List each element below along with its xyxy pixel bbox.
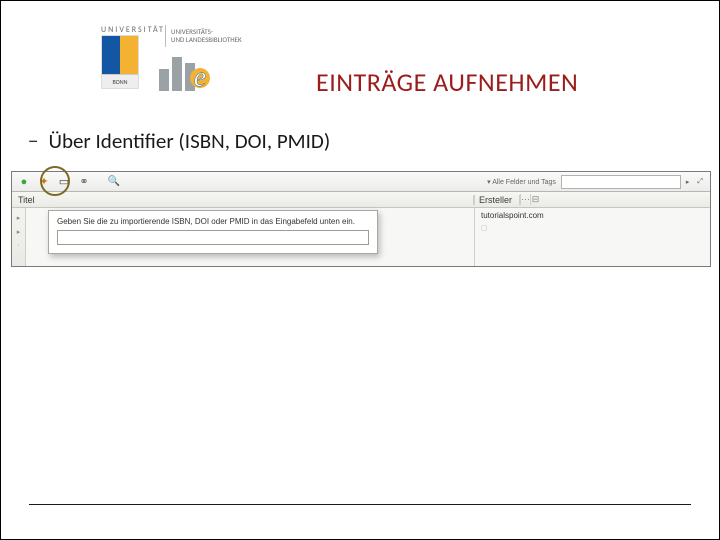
bonn-mark-icon: BONN: [101, 35, 139, 89]
right-pane-header: Ersteller ⋯ ⊟: [474, 194, 710, 205]
creator-value: tutorialspoint.com: [481, 211, 704, 220]
identifier-popover: Geben Sie die zu importierende ISBN, DOI…: [48, 210, 378, 254]
search-expand-button[interactable]: ⤢: [694, 178, 706, 186]
column-headers: Titel Ersteller ⋯ ⊟: [12, 192, 710, 208]
attach-button[interactable]: ▭: [56, 174, 72, 190]
ulb-e-icon: e: [185, 63, 215, 93]
search-go-button[interactable]: ▸: [683, 178, 693, 186]
footer-rule: [29, 504, 691, 505]
col-menu[interactable]: ⊟: [530, 194, 540, 205]
app-screenshot: ● ✦ ▭ ⚭ 🔍 ▾ Alle Felder und Tags ▸ ⤢ Tit…: [11, 171, 711, 267]
popover-message: Geben Sie die zu importierende ISBN, DOI…: [57, 217, 369, 226]
left-gutter: ▸ ▸ ·: [12, 208, 26, 266]
slide: UNIVERSITÄT BONN UNIVERSITÄTS-UND LANDES…: [0, 0, 720, 540]
lookup-button[interactable]: 🔍: [106, 174, 122, 190]
new-item-button[interactable]: ●: [16, 174, 32, 190]
ulb-label: UNIVERSITÄTS-UND LANDESBIBLIOTHEK: [165, 25, 242, 47]
ulb-logo: UNIVERSITÄTS-UND LANDESBIBLIOTHEK e: [159, 25, 242, 91]
col-title[interactable]: Titel: [12, 195, 474, 205]
chevron-icon: ▸: [17, 228, 21, 236]
chevron-icon: ▸: [17, 214, 21, 222]
identifier-input[interactable]: [57, 230, 369, 245]
uni-name: BONN: [102, 74, 138, 88]
content-row: ▸ ▸ · Geben Sie die zu importierende ISB…: [12, 208, 710, 266]
item-list[interactable]: Geben Sie die zu importierende ISBN, DOI…: [26, 208, 474, 266]
add-by-identifier-button[interactable]: ✦: [36, 174, 52, 190]
toolbar: ● ✦ ▭ ⚭ 🔍 ▾ Alle Felder und Tags ▸ ⤢: [12, 172, 710, 192]
bullet-line: −Über Identifier (ISBN, DOI, PMID): [26, 128, 330, 154]
search-scope-dropdown[interactable]: ▾ Alle Felder und Tags: [484, 178, 559, 186]
bullet-dash: −: [28, 128, 38, 154]
header: UNIVERSITÄT BONN UNIVERSITÄTS-UND LANDES…: [1, 1, 719, 101]
uni-label: UNIVERSITÄT: [101, 25, 165, 35]
search-area: ▾ Alle Felder und Tags ▸ ⤢: [484, 175, 706, 189]
col-extra[interactable]: ⋯: [520, 194, 530, 205]
dot-icon: ·: [17, 242, 19, 249]
col-ersteller[interactable]: Ersteller: [474, 195, 520, 205]
page-title: EINTRÄGE AUFNEHMEN: [316, 66, 578, 98]
bullet-text: Über Identifier (ISBN, DOI, PMID): [48, 128, 330, 154]
link-button[interactable]: ⚭: [76, 174, 92, 190]
item-details: tutorialspoint.com ▢: [474, 208, 710, 266]
ulb-mark-icon: e: [159, 51, 211, 91]
placeholder-icon: ▢: [481, 224, 704, 232]
search-input[interactable]: [561, 175, 681, 189]
